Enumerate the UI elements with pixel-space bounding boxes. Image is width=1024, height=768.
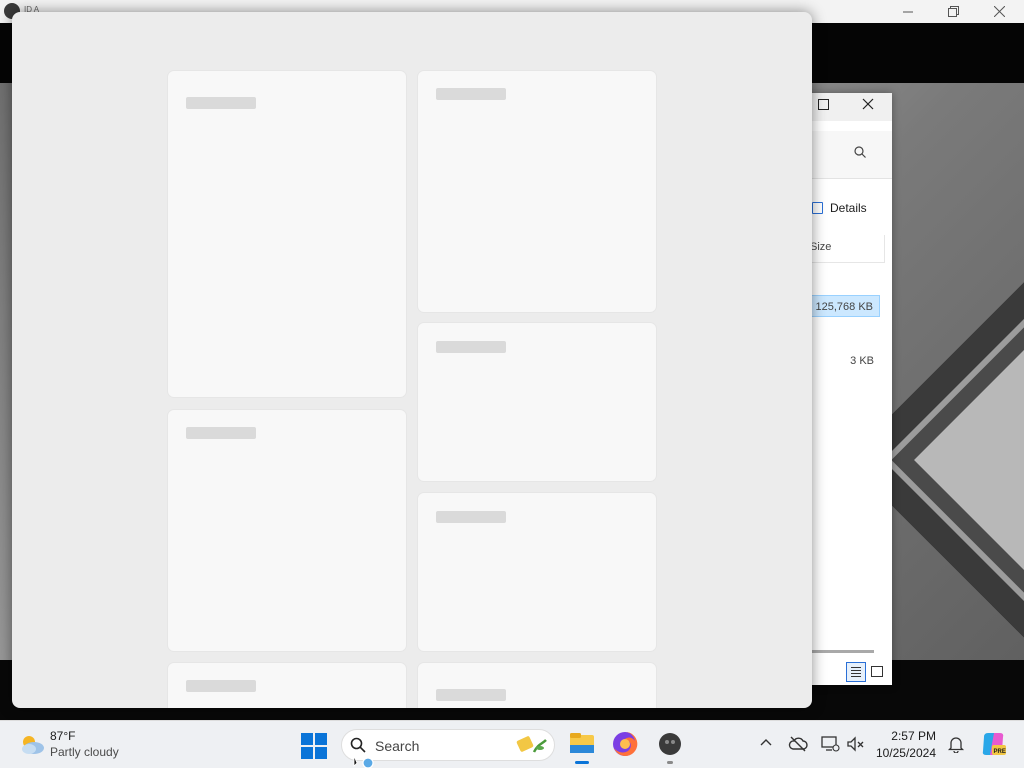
- size-column-label: Size: [810, 241, 832, 253]
- onedrive-cloud-icon[interactable]: [788, 735, 808, 753]
- skeleton-title-bar: [436, 511, 506, 523]
- skeleton-card: [417, 70, 657, 313]
- chevron-up-icon[interactable]: [758, 735, 774, 751]
- weather-widget[interactable]: 87°F Partly cloudy: [14, 725, 134, 765]
- mouse-cursor-icon: [353, 756, 374, 768]
- minimize-icon: [903, 11, 913, 12]
- explorer-close-button[interactable]: [860, 98, 876, 114]
- weather-description: Partly cloudy: [50, 745, 119, 759]
- skeleton-card: [167, 409, 407, 652]
- firefox-taskbar-icon[interactable]: [611, 730, 639, 758]
- skeleton-card: [417, 492, 657, 652]
- skeleton-card: [417, 322, 657, 482]
- partly-cloudy-icon: [22, 736, 44, 754]
- skeleton-card: [417, 662, 657, 708]
- clock-time: 2:57 PM: [891, 729, 936, 743]
- skeleton-title-bar: [186, 680, 256, 692]
- weather-temperature: 87°F: [50, 729, 76, 743]
- details-label: Details: [830, 201, 867, 215]
- app-taskbar-icon[interactable]: [656, 730, 684, 758]
- start-button[interactable]: [298, 730, 328, 760]
- clock-button[interactable]: 2:57 PM 10/25/2024: [870, 725, 946, 765]
- file-row[interactable]: 3 KB: [810, 350, 880, 372]
- search-icon[interactable]: [854, 146, 866, 158]
- file-explorer-taskbar-icon[interactable]: [566, 727, 598, 761]
- skeleton-card: [167, 70, 407, 398]
- taskbar: 87°F Partly cloudy Search 2:57 PM 10/25/…: [0, 720, 1024, 768]
- search-placeholder: Search: [375, 738, 420, 754]
- open-app-indicator: [667, 761, 673, 764]
- skeleton-title-bar: [436, 88, 506, 100]
- skeleton-card: [167, 662, 407, 708]
- close-icon: [862, 98, 874, 110]
- maximize-icon: [817, 99, 829, 110]
- list-view-icon: [851, 667, 861, 668]
- file-size: 3 KB: [850, 355, 874, 367]
- network-icon[interactable]: [820, 735, 840, 753]
- svg-text:PRE: PRE: [994, 749, 1006, 755]
- skeleton-title-bar: [436, 341, 506, 353]
- volume-muted-icon[interactable]: [846, 735, 866, 753]
- file-size: 125,768 KB: [815, 301, 874, 313]
- skeleton-title-bar: [436, 689, 506, 701]
- minimize-button[interactable]: [885, 0, 931, 23]
- copilot-icon[interactable]: PRE: [980, 731, 1006, 757]
- large-icons-view-button[interactable]: [871, 666, 883, 677]
- restore-button[interactable]: [930, 0, 976, 23]
- clock-date: 10/25/2024: [875, 746, 936, 760]
- close-button[interactable]: [976, 0, 1022, 23]
- active-app-indicator: [575, 761, 589, 764]
- explorer-maximize-button[interactable]: [816, 99, 830, 113]
- skeleton-title-bar: [186, 97, 256, 109]
- file-row[interactable]: 125,768 KB: [810, 295, 880, 317]
- close-icon: [993, 6, 1005, 17]
- bell-icon[interactable]: [947, 735, 965, 753]
- windows-logo-icon: [301, 733, 313, 745]
- restore-icon: [947, 6, 959, 17]
- search-icon: [350, 737, 366, 753]
- search-highlight-icon: [516, 736, 547, 753]
- details-pane-icon: [812, 202, 823, 214]
- loading-window: [12, 12, 812, 708]
- skeleton-title-bar: [186, 427, 256, 439]
- details-view-button[interactable]: [846, 662, 866, 682]
